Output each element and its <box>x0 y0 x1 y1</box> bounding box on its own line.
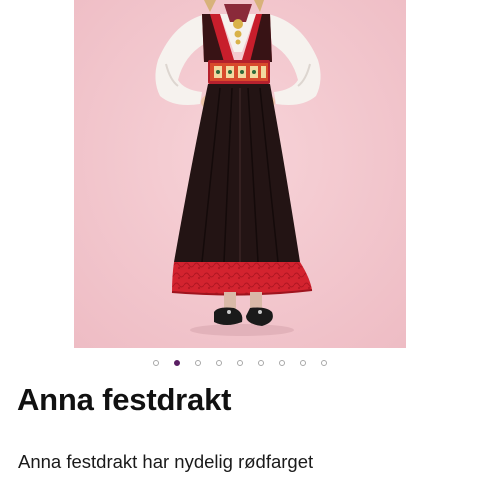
carousel-dot[interactable] <box>237 360 243 366</box>
carousel-dot[interactable] <box>195 360 201 366</box>
carousel-dot[interactable] <box>216 360 222 366</box>
carousel-dot[interactable] <box>300 360 306 366</box>
product-title: Anna festdrakt <box>17 382 232 417</box>
carousel-dot[interactable] <box>258 360 264 366</box>
product-page: Anna festdrakt Anna festdrakt har nydeli… <box>0 0 480 480</box>
carousel-dot[interactable] <box>279 360 285 366</box>
product-photo[interactable] <box>74 0 406 348</box>
product-image-gallery[interactable] <box>74 0 406 348</box>
product-description: Anna festdrakt har nydelig rødfarget <box>18 451 314 472</box>
carousel-pagination <box>0 360 480 370</box>
carousel-dot[interactable] <box>321 360 327 366</box>
carousel-dot[interactable] <box>153 360 159 366</box>
carousel-dot-active[interactable] <box>174 360 180 366</box>
